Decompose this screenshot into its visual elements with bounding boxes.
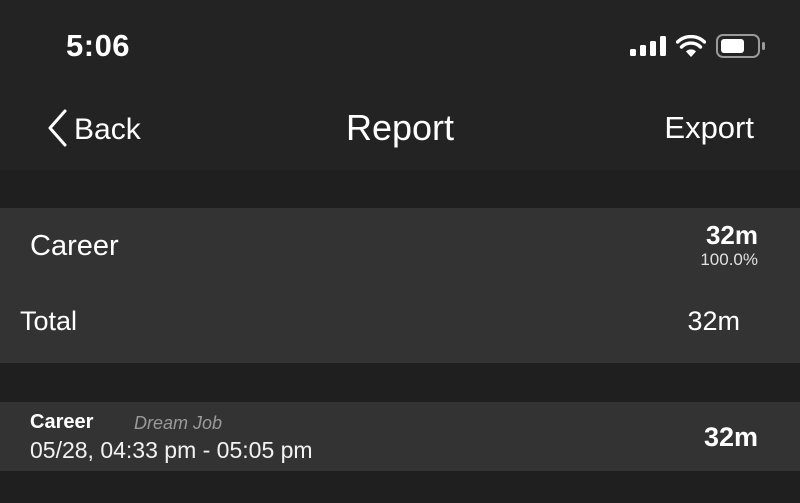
- navigation-bar: Back Report Export: [0, 90, 800, 170]
- category-percent: 100.0%: [700, 250, 758, 269]
- status-time: 5:06: [66, 28, 131, 63]
- battery-icon: [716, 33, 766, 63]
- export-button[interactable]: Export: [664, 110, 754, 146]
- signal-icon: [630, 35, 666, 61]
- entry-duration: 32m: [703, 422, 758, 452]
- entry-time-range: 05/28, 04:33 pm - 05:05 pm: [30, 437, 313, 463]
- total-label: Total: [20, 306, 78, 336]
- report-screen: 5:06 Back Report Export Career 32m 100.0…: [0, 0, 800, 503]
- entry-goal: Dream Job: [134, 413, 223, 433]
- wifi-icon: [675, 34, 707, 62]
- list-item[interactable]: Career Dream Job 05/28, 04:33 pm - 05:05…: [0, 402, 800, 471]
- summary-section: Career 32m 100.0% Total 32m: [0, 208, 800, 363]
- status-bar: 5:06: [0, 0, 800, 90]
- category-name: Career: [30, 230, 119, 262]
- entry-category: Career: [30, 411, 94, 433]
- status-icons: [630, 33, 766, 63]
- category-duration: 32m: [705, 220, 758, 250]
- total-value: 32m: [687, 306, 740, 336]
